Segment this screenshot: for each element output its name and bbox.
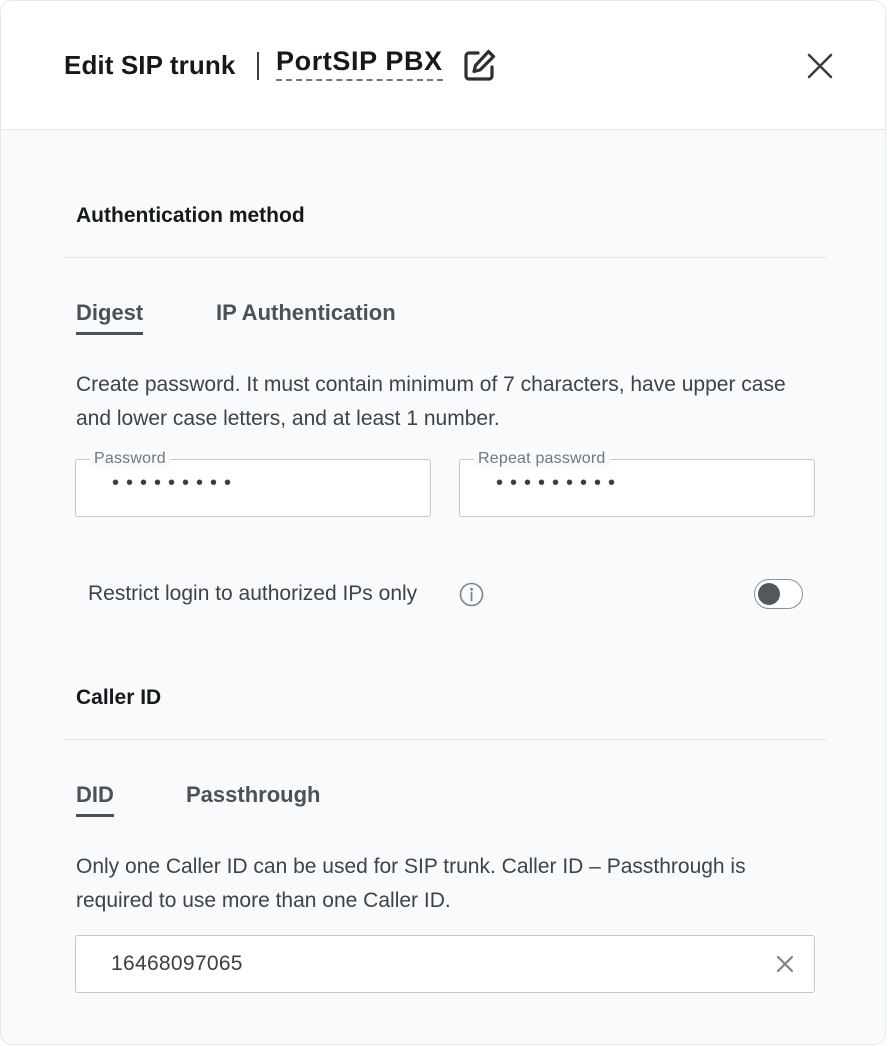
title-separator: [257, 52, 259, 80]
restrict-login-toggle[interactable]: [754, 579, 803, 609]
toggle-knob: [758, 582, 780, 605]
tab-did[interactable]: DID: [76, 782, 114, 817]
repeat-password-value: •••••••••: [496, 472, 623, 494]
password-field[interactable]: Password •••••••••: [75, 450, 431, 517]
close-icon[interactable]: [803, 49, 837, 83]
caller-id-title: Caller ID: [76, 686, 162, 709]
repeat-password-label: Repeat password: [474, 450, 610, 468]
tab-ip-authentication[interactable]: IP Authentication: [216, 300, 396, 332]
dialog-header: Edit SIP trunk PortSIP PBX: [1, 1, 885, 130]
clear-icon[interactable]: [774, 953, 796, 975]
section-divider: [64, 257, 826, 258]
pencil-square-icon[interactable]: [463, 48, 497, 82]
edit-sip-trunk-dialog: Edit SIP trunk PortSIP PBX Authenticatio…: [0, 0, 886, 1045]
authentication-method-title: Authentication method: [76, 204, 305, 227]
trunk-name-editable[interactable]: PortSIP PBX: [276, 46, 443, 81]
section-divider: [64, 739, 826, 740]
repeat-password-field[interactable]: Repeat password •••••••••: [459, 450, 815, 517]
caller-id-select[interactable]: 16468097065: [75, 935, 815, 993]
password-requirements-text: Create password. It must contain minimum…: [76, 373, 786, 430]
password-label: Password: [90, 450, 170, 468]
password-value: •••••••••: [112, 472, 239, 494]
caller-id-info-text: Only one Caller ID can be used for SIP t…: [76, 855, 746, 912]
caller-id-value: 16468097065: [111, 952, 243, 975]
tab-digest[interactable]: Digest: [76, 300, 144, 335]
tab-passthrough[interactable]: Passthrough: [186, 782, 320, 814]
dialog-title: Edit SIP trunk: [64, 50, 236, 80]
restrict-login-label: Restrict login to authorized IPs only: [88, 582, 418, 605]
info-icon[interactable]: [459, 582, 484, 607]
